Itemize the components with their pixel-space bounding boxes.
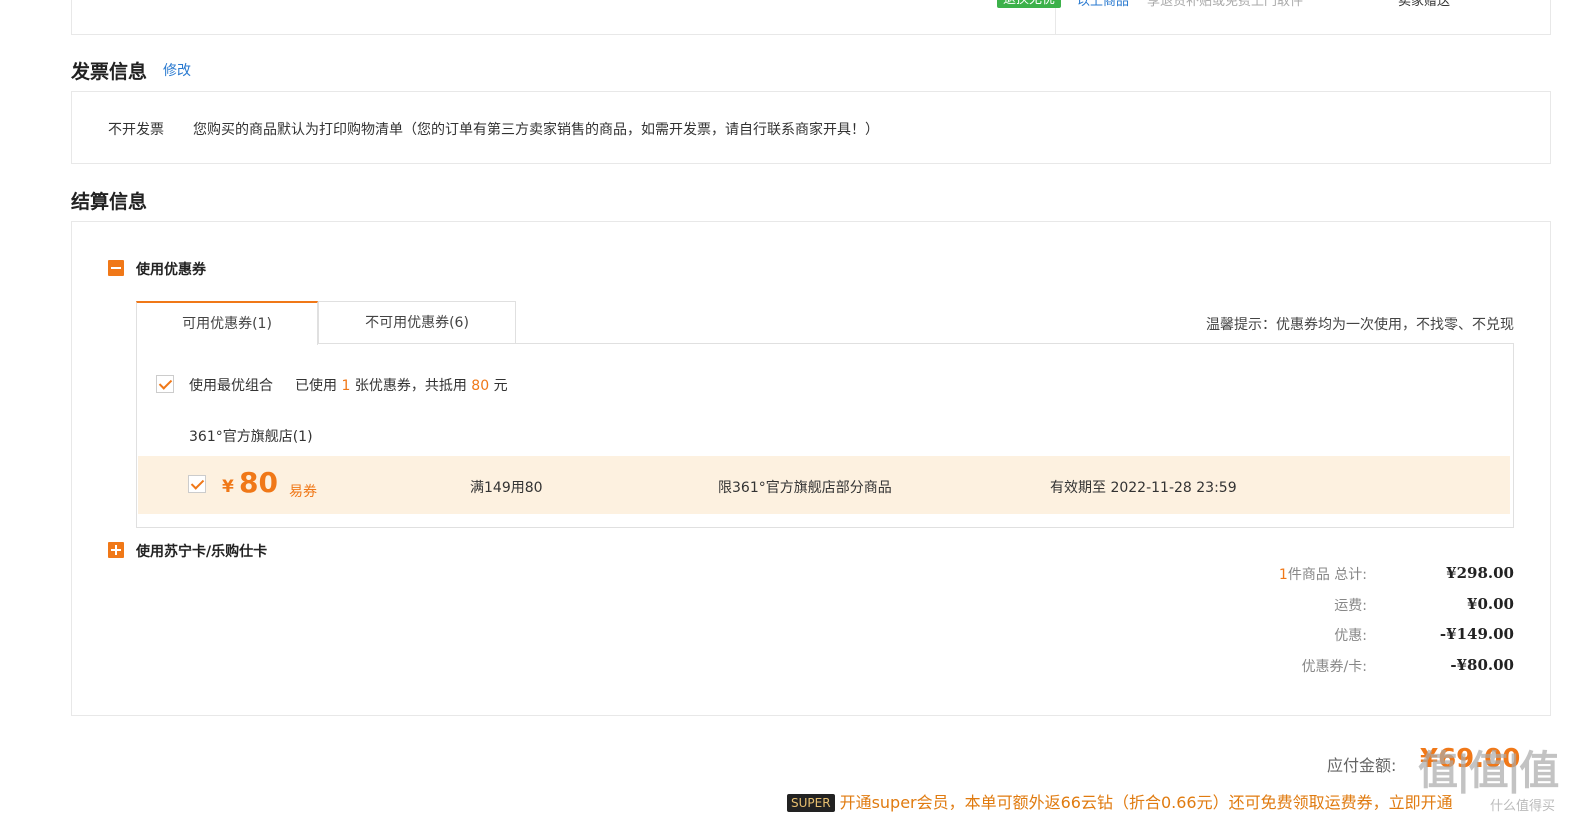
watermark-logo: 值|值|值 xyxy=(1418,748,1559,794)
discount-value: -¥149.00 xyxy=(1439,625,1514,643)
expand-icon[interactable] xyxy=(108,542,124,558)
super-promo-text[interactable]: 开通super会员，本单可额外返66云钻（折合0.66元）还可免费领取运费券，立… xyxy=(840,793,1453,812)
super-badge-icon: SUPER xyxy=(787,793,835,812)
coupon-kind: 易券 xyxy=(289,484,317,500)
invoice-type: 不开发票 xyxy=(108,122,164,138)
items-total-label: 1件商品 总计: xyxy=(1278,567,1367,583)
invoice-box: 不开发票 您购买的商品默认为打印购物清单（您的订单有第三方卖家销售的商品，如需开… xyxy=(71,91,1551,164)
payable-label: 应付金额: xyxy=(1327,756,1397,775)
discount-label: 优惠: xyxy=(1334,628,1367,644)
store-name: 361°官方旗舰店(1) xyxy=(189,429,313,445)
coupon-section-toggle[interactable]: 使用优惠券 xyxy=(136,259,206,279)
tab-available-coupons[interactable]: 可用优惠券(1) xyxy=(136,301,318,345)
invoice-description: 您购买的商品默认为打印购物清单（您的订单有第三方卖家销售的商品，如需开发票，请自… xyxy=(193,122,879,138)
coupon-tip: 温馨提示：优惠券均为一次使用，不找零、不兑现 xyxy=(1206,317,1514,333)
return-badge: 退换无忧 xyxy=(997,0,1062,8)
used-count: 1 xyxy=(341,378,351,394)
coupon-card-value: -¥80.00 xyxy=(1450,656,1514,674)
watermark-text: 什么值得买 xyxy=(1490,799,1556,814)
card-section-toggle[interactable]: 使用苏宁卡/乐购仕卡 xyxy=(136,541,267,561)
coupon-currency: ¥ xyxy=(222,477,234,497)
shipping-label: 运费: xyxy=(1334,598,1367,614)
coupon-expiry: 有效期至 2022-11-28 23:59 xyxy=(1050,480,1237,496)
invoice-title: 发票信息 xyxy=(71,61,148,83)
settlement-box: 使用优惠券 可用优惠券(1) 不可用优惠券(6) 温馨提示：优惠券均为一次使用，… xyxy=(71,221,1551,716)
best-combo-label: 使用最优组合 xyxy=(189,378,273,394)
super-promo[interactable]: SUPER 开通super会员，本单可额外返66云钻（折合0.66元）还可免费领取… xyxy=(787,791,1453,815)
shipping-value: ¥0.00 xyxy=(1467,595,1514,613)
coupon-checkbox[interactable] xyxy=(188,475,206,493)
best-combo-checkbox[interactable] xyxy=(156,375,174,393)
coupon-amount: 80 xyxy=(239,466,278,499)
coupon-scope: 限361°官方旗舰店部分商品 xyxy=(718,480,892,496)
coupon-condition: 满149用80 xyxy=(470,480,543,496)
items-link[interactable]: 以上商品 xyxy=(1077,0,1129,9)
return-note: 享退货补贴或免费上门取件 xyxy=(1147,0,1304,9)
settlement-title: 结算信息 xyxy=(71,191,148,213)
items-total-value: ¥298.00 xyxy=(1446,564,1514,582)
tab-unavailable-coupons[interactable]: 不可用优惠券(6) xyxy=(318,301,516,344)
seller-gift: 卖家赠送 xyxy=(1398,0,1451,9)
delivery-panel xyxy=(71,0,1551,35)
used-coupon-info: 已使用 1 张优惠券，共抵用 80 元 xyxy=(295,378,508,394)
coupon-card-label: 优惠券/卡: xyxy=(1301,659,1367,675)
used-amount: 80 xyxy=(471,378,490,394)
coupon-item[interactable]: ¥ 80 易券 满149用80 限361°官方旗舰店部分商品 有效期至 2022… xyxy=(138,456,1510,514)
collapse-icon[interactable] xyxy=(108,260,124,276)
invoice-edit-link[interactable]: 修改 xyxy=(163,60,191,80)
